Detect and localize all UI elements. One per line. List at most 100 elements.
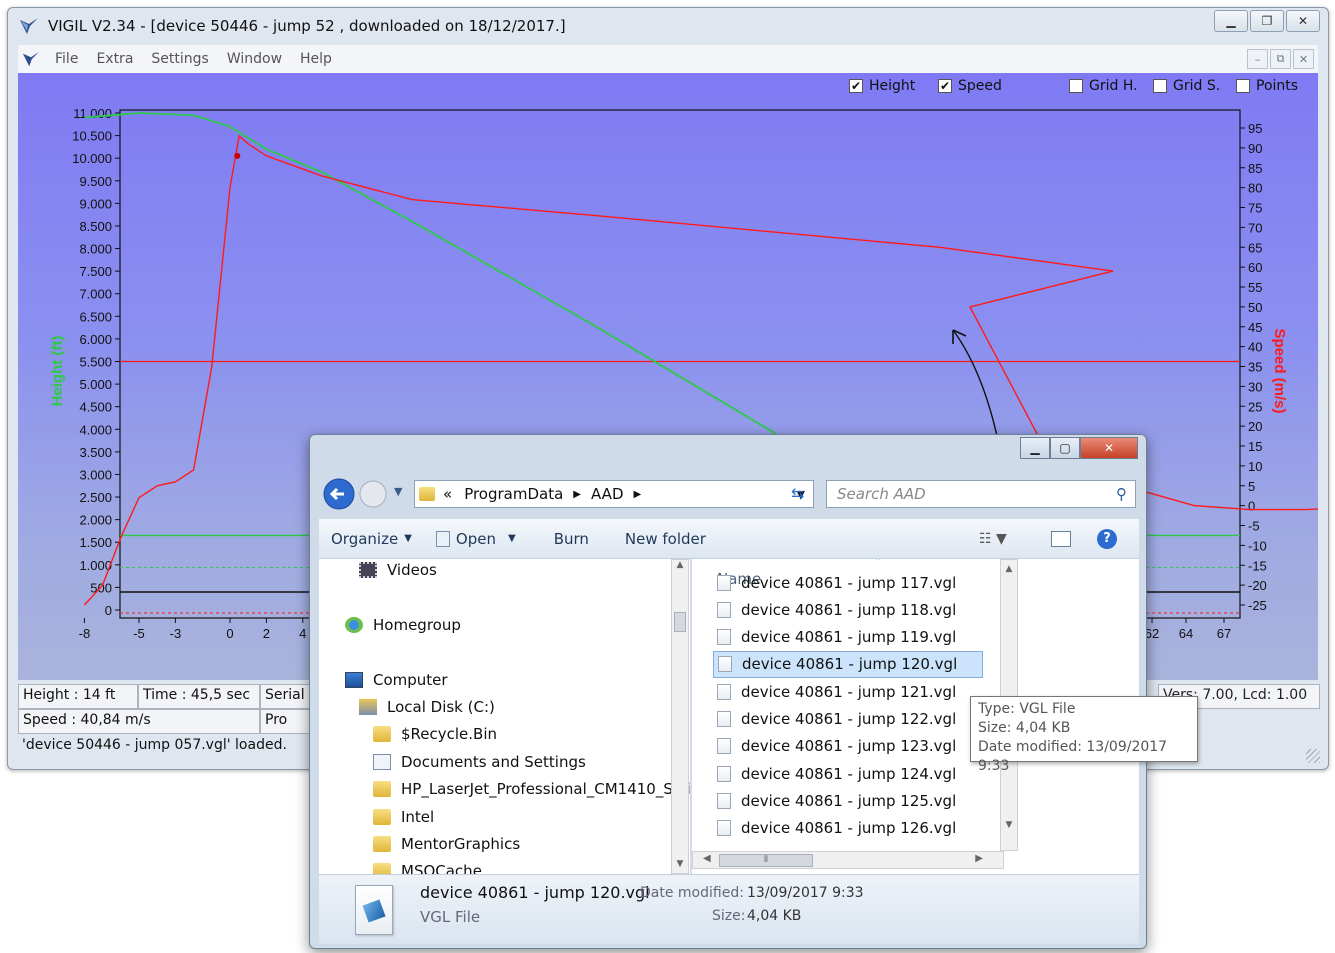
file-hscrollbar[interactable]: ◀ ⦀ ▶ [692, 851, 1004, 869]
command-bar: Organize ▼ Open ▼ Burn New folder ☷ ▼ ? [319, 519, 1139, 559]
vgl-file-icon [718, 656, 732, 673]
file-row[interactable]: device 40861 - jump 120.vgl [713, 650, 983, 678]
chevron-down-icon: ▼ [404, 533, 412, 544]
file-row[interactable]: device 40861 - jump 125.vgl [713, 787, 983, 814]
history-dropdown-icon[interactable]: ▼ [394, 485, 402, 498]
organize-button[interactable]: Organize ▼ [319, 530, 424, 548]
file-name: device 40861 - jump 121.vgl [741, 682, 957, 701]
vgl-file-icon [717, 711, 731, 727]
tooltip-modified: Date modified: 13/09/2017 9:33 [978, 739, 1168, 774]
folder-icon [373, 809, 391, 825]
dialog-maximize-button[interactable]: ▢ [1050, 437, 1080, 459]
folder-icon [373, 726, 391, 742]
computer-icon [345, 672, 363, 688]
open-button[interactable]: Open ▼ [424, 530, 528, 548]
scroll-right-icon[interactable]: ▶ [975, 853, 983, 864]
file-row[interactable]: device 40861 - jump 126.vgl [713, 815, 983, 842]
folder-icon [373, 781, 391, 797]
address-bar[interactable]: « ProgramData ▶ AAD ▶ ▼ [414, 480, 814, 508]
file-name: device 40861 - jump 123.vgl [741, 737, 957, 756]
vgl-file-icon [717, 765, 731, 782]
nav-local-disk[interactable]: Local Disk (C:) [359, 698, 495, 716]
chevron-right-icon[interactable]: ▶ [634, 489, 642, 500]
nav-homegroup[interactable]: Homegroup [345, 616, 461, 634]
nav-intel[interactable]: Intel [373, 808, 434, 826]
file-row[interactable]: device 40861 - jump 123.vgl [713, 733, 983, 760]
nav-scrollbar[interactable]: ▲ ▼ [671, 559, 689, 874]
chevron-down-icon: ▼ [507, 533, 516, 544]
chevron-right-icon[interactable]: ▶ [573, 489, 581, 500]
vgl-file-icon [717, 601, 731, 618]
breadcrumb-programdata[interactable]: ProgramData [464, 485, 563, 503]
file-row[interactable]: device 40861 - jump 124.vgl [713, 760, 983, 787]
details-modified-label: Date modified: [640, 885, 744, 901]
vgl-file-icon [717, 683, 731, 700]
scroll-up-icon[interactable]: ▲ [1001, 564, 1017, 574]
shortcut-folder-icon [373, 754, 391, 770]
new-folder-button[interactable]: New folder [613, 530, 718, 548]
refresh-icon[interactable]: ⇆ [791, 484, 804, 503]
details-file-kind: VGL File [420, 908, 481, 926]
vgl-file-icon [717, 574, 731, 591]
details-modified-value: 13/09/2017 9:33 [747, 885, 864, 901]
search-input[interactable]: Search AAD ⚲ [826, 480, 1136, 508]
details-size-value: 4,04 KB [747, 908, 802, 924]
folder-icon [419, 487, 435, 501]
homegroup-icon [345, 617, 363, 633]
vgl-file-icon [717, 820, 731, 837]
nav-scroll-thumb[interactable] [674, 612, 686, 632]
file-hscroll-thumb[interactable]: ⦀ [719, 854, 813, 867]
details-size-label: Size: [712, 908, 746, 924]
file-name: device 40861 - jump 126.vgl [741, 819, 957, 838]
file-name: device 40861 - jump 119.vgl [741, 628, 957, 647]
file-name: device 40861 - jump 118.vgl [741, 600, 957, 619]
file-name: device 40861 - jump 117.vgl [741, 573, 957, 592]
file-name: device 40861 - jump 122.vgl [741, 710, 957, 728]
file-icon [435, 530, 450, 547]
vgl-file-icon [717, 629, 731, 646]
nav-computer[interactable]: Computer [345, 671, 448, 689]
file-row[interactable]: device 40861 - jump 117.vgl [713, 569, 983, 596]
tooltip-size: Size: 4,04 KB [978, 720, 1071, 736]
nav-recycle-bin[interactable]: $Recycle.Bin [373, 725, 497, 743]
nav-documents-settings[interactable]: Documents and Settings [373, 753, 586, 771]
file-row[interactable]: device 40861 - jump 119.vgl [713, 624, 983, 651]
file-name: device 40861 - jump 120.vgl [742, 655, 958, 674]
scroll-down-icon[interactable]: ▼ [1001, 820, 1017, 830]
sort-arrow-icon: ⌃ [874, 559, 882, 567]
vgl-file-icon [717, 792, 731, 809]
folder-icon [373, 836, 391, 852]
burn-button[interactable]: Burn [542, 530, 601, 548]
file-row[interactable]: device 40861 - jump 118.vgl [713, 596, 983, 623]
details-file-name: device 40861 - jump 120.vgl [420, 883, 650, 902]
scroll-left-icon[interactable]: ◀ [703, 853, 711, 864]
dialog-minimize-button[interactable]: ▁ [1020, 437, 1050, 459]
nav-videos[interactable]: Videos [359, 561, 437, 579]
forward-button[interactable] [358, 479, 390, 509]
nav-mentorgraphics[interactable]: MentorGraphics [373, 835, 520, 853]
dialog-close-button[interactable]: ✕ [1080, 437, 1138, 459]
file-tooltip: Type: VGL File Size: 4,04 KB Date modifi… [970, 696, 1198, 774]
back-button[interactable] [322, 477, 356, 511]
search-icon[interactable]: ⚲ [1116, 485, 1127, 503]
folder-icon [373, 863, 391, 874]
drive-icon [359, 699, 377, 715]
video-icon [359, 562, 377, 578]
preview-pane-icon[interactable] [1051, 530, 1071, 547]
file-large-icon [355, 885, 393, 935]
details-pane: device 40861 - jump 120.vgl VGL File Dat… [319, 874, 1139, 944]
breadcrumb-aad[interactable]: AAD [591, 485, 624, 503]
nav-hp-laserjet[interactable]: HP_LaserJet_Professional_CM1410_Serie [373, 780, 690, 798]
navigation-pane: Videos Homegroup Computer Local Disk (C:… [319, 559, 691, 874]
scroll-down-icon[interactable]: ▼ [672, 859, 688, 869]
view-options-icon[interactable]: ☷ ▼ [979, 531, 1007, 547]
help-icon[interactable]: ? [1097, 528, 1117, 549]
file-name: device 40861 - jump 124.vgl [741, 764, 957, 783]
tooltip-type: Type: VGL File [978, 701, 1076, 717]
scroll-up-icon[interactable]: ▲ [672, 560, 688, 570]
file-row[interactable]: device 40861 - jump 122.vgl [713, 706, 983, 733]
file-row[interactable]: device 40861 - jump 121.vgl [713, 678, 983, 705]
nav-msocache[interactable]: MSOCache [373, 862, 482, 874]
vgl-file-icon [717, 738, 731, 755]
file-name: device 40861 - jump 125.vgl [741, 791, 957, 810]
